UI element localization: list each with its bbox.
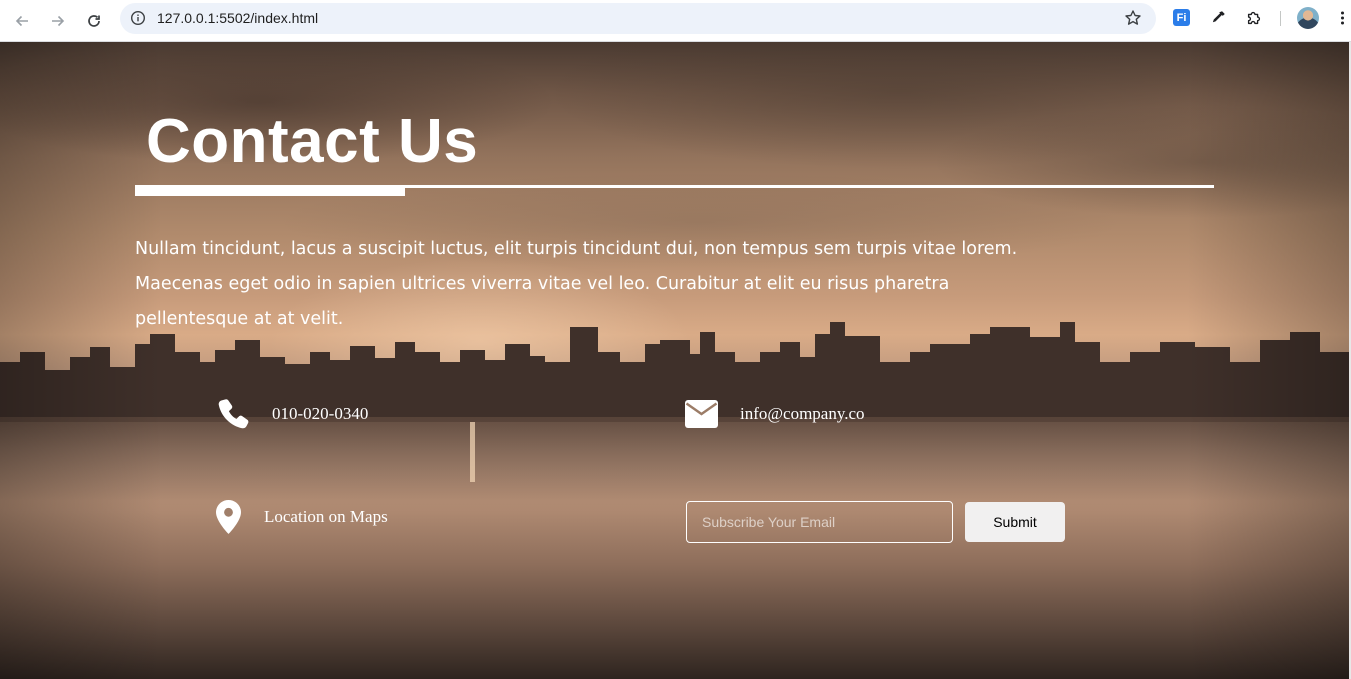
browser-menu-button[interactable] bbox=[1334, 8, 1350, 28]
phone-contact: 010-020-0340 bbox=[216, 397, 368, 431]
location-contact: Location on Maps bbox=[216, 500, 388, 534]
extensions-puzzle-icon bbox=[1247, 11, 1261, 25]
forward-arrow-icon bbox=[52, 15, 65, 27]
extension-fi-label: Fi bbox=[1176, 11, 1187, 24]
back-arrow-icon bbox=[15, 15, 28, 27]
location-link[interactable]: Location on Maps bbox=[264, 507, 388, 527]
title-underline-accent bbox=[135, 185, 405, 196]
contact-hero-section: Contact Us Nullam tincidunt, lacus a sus… bbox=[0, 42, 1349, 679]
map-pin-icon bbox=[216, 500, 241, 534]
forward-button[interactable] bbox=[43, 6, 73, 36]
site-info-icon[interactable] bbox=[130, 10, 146, 26]
address-bar[interactable]: 127.0.0.1:5502/index.html bbox=[120, 3, 1156, 34]
toolbar-divider bbox=[1280, 11, 1281, 26]
extensions-button[interactable] bbox=[1244, 8, 1264, 28]
envelope-icon bbox=[685, 400, 718, 428]
email-address[interactable]: info@company.co bbox=[740, 404, 865, 424]
subscribe-email-input[interactable] bbox=[686, 501, 953, 543]
eyedropper-extension-button[interactable] bbox=[1208, 8, 1228, 28]
submit-button[interactable]: Submit bbox=[965, 502, 1065, 542]
url-text[interactable]: 127.0.0.1:5502/index.html bbox=[157, 10, 318, 26]
phone-icon bbox=[218, 399, 249, 429]
back-button[interactable] bbox=[7, 6, 37, 36]
page-title: Contact Us bbox=[146, 107, 479, 176]
eyedropper-icon bbox=[1212, 11, 1225, 23]
bookmark-star-icon[interactable] bbox=[1124, 9, 1142, 27]
menu-kebab-icon bbox=[1340, 11, 1344, 25]
email-contact: info@company.co bbox=[685, 400, 865, 428]
description-text: Nullam tincidunt, lacus a suscipit luctu… bbox=[135, 239, 1018, 329]
profile-avatar[interactable] bbox=[1297, 7, 1319, 29]
reload-button[interactable] bbox=[79, 6, 109, 36]
extension-fi-button[interactable]: Fi bbox=[1173, 9, 1190, 26]
reload-icon bbox=[88, 15, 100, 27]
browser-toolbar: 127.0.0.1:5502/index.html Fi bbox=[0, 0, 1351, 42]
phone-number[interactable]: 010-020-0340 bbox=[272, 404, 368, 424]
